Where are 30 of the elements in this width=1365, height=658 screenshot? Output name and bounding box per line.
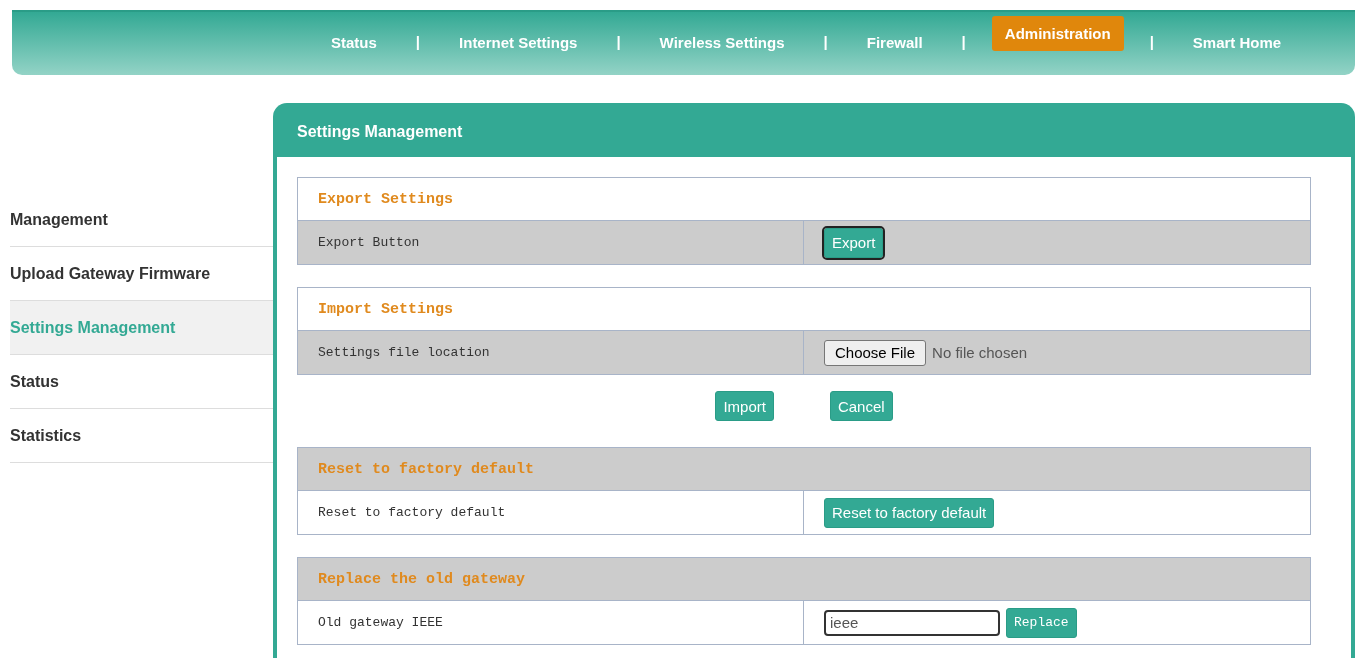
sidebar-item[interactable]: Statistics [10,409,273,463]
sidebar-item[interactable]: Status [10,355,273,409]
replace-button[interactable]: Replace [1006,607,1077,638]
action-button[interactable]: Export [824,227,884,258]
row-label: Old gateway IEEE [298,601,804,644]
sidebar-item[interactable]: Settings Management [10,301,273,355]
action-button[interactable]: Import [715,391,774,421]
nav-tab[interactable]: Administration [991,16,1124,51]
row-label: Settings file location [298,331,804,374]
nav-tab[interactable]: Firewall [853,25,936,60]
nav-tab[interactable]: Smart Home [1179,25,1295,60]
nav-tab[interactable]: Status [318,25,390,60]
nav-separator: | [822,32,829,52]
nav-tab[interactable]: Wireless Settings [646,25,798,60]
row-label: Reset to factory default [298,491,804,534]
gateway-ieee-field[interactable]: ieee [824,609,1000,636]
action-button[interactable]: Reset to factory default [824,497,995,528]
nav-separator: | [1148,32,1155,52]
panel-title: Settings Management [277,107,1351,157]
action-button[interactable]: Cancel [829,391,893,421]
sidebar-item[interactable]: Management [10,193,273,247]
nav-separator: | [960,32,967,52]
nav-tab[interactable]: Internet Settings [446,25,591,60]
section-title: Replace the old gateway [298,558,1310,601]
row-label: Export Button [298,221,804,264]
nav-separator: | [414,32,422,52]
file-status: No file chosen [932,344,1028,361]
section-title: Reset to factory default [298,448,1310,491]
nav-separator: | [615,32,622,52]
choose-file-button[interactable]: Choose File [824,339,927,366]
